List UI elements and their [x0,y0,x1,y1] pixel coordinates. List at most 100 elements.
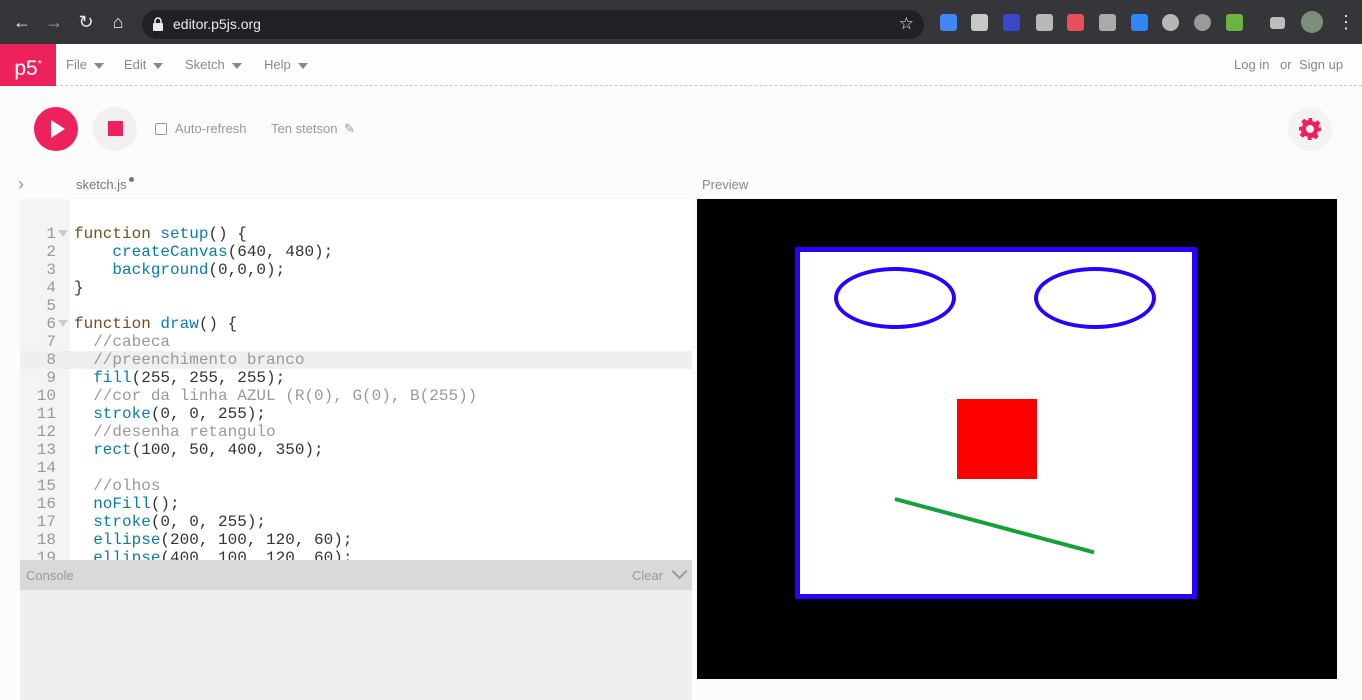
line-number: 10 [36,387,56,405]
extension-z-icon[interactable] [1003,14,1020,31]
fold-arrow-icon[interactable] [58,230,68,237]
home-icon[interactable]: ⌂ [106,10,130,34]
chevron-down-icon[interactable] [671,563,688,580]
code-text: stroke(0, 0, 255); [74,513,266,531]
code-text: ellipse(200, 100, 120, 60); [74,531,352,549]
code-token: //olhos [93,477,161,495]
line-number: 9 [46,369,56,387]
line-number: 8 [46,351,56,369]
menu-help[interactable]: Help [264,57,308,72]
auto-refresh-checkbox[interactable] [155,123,167,135]
code-token: (400, 100, 120, 60); [160,549,353,560]
line-number: 14 [36,459,56,477]
code-text: noFill(); [74,495,180,513]
address-bar[interactable]: editor.p5js.org ☆ [142,10,924,39]
p5-logo[interactable]: p5* [0,44,56,86]
stop-button[interactable] [93,107,137,151]
menu-help-label: Help [264,57,291,72]
code-token: noFill [93,495,151,513]
code-line[interactable]: 9 fill(255, 255, 255); [20,369,692,387]
logo-asterisk: * [37,59,42,70]
profile-avatar[interactable] [1301,11,1323,33]
chevron-right-icon[interactable]: › [18,174,24,194]
code-line[interactable]: 16 noFill(); [20,495,692,513]
right-eye-ellipse [1034,267,1156,329]
play-button[interactable] [34,107,78,151]
menu-edit[interactable]: Edit [124,57,164,72]
sketch-name[interactable]: Ten stetson [271,121,338,136]
login-link[interactable]: Log in [1234,57,1269,72]
code-token: () { [208,225,247,243]
code-line[interactable]: 3 background(0,0,0); [20,261,692,279]
code-text: //olhos [74,477,160,495]
extension-drive-icon[interactable] [1036,14,1053,31]
code-token: createCanvas [112,243,228,261]
back-icon[interactable]: ← [10,10,34,34]
code-line[interactable]: 14 [20,459,692,477]
extension-android-icon[interactable] [1226,14,1243,31]
nose-square [957,399,1037,479]
star-icon[interactable]: ☆ [899,14,914,34]
menu-file-label: File [66,57,87,72]
logo-text: p5 [14,57,38,80]
reading-list-icon[interactable] [1270,17,1285,29]
signup-link[interactable]: Sign up [1299,57,1343,72]
menu-icon[interactable]: ⋮ [1334,10,1358,34]
reload-icon[interactable]: ↻ [74,10,98,34]
code-line[interactable]: 8 //preenchimento branco [20,351,692,369]
forward-icon[interactable]: → [42,10,66,34]
extension-cube-icon[interactable] [971,14,988,31]
code-line[interactable]: 17 stroke(0, 0, 255); [20,513,692,531]
console-header: Console Clear [20,560,692,590]
code-editor[interactable]: 1 function setup() {2 createCanvas(640, 4… [20,199,692,560]
extension-gear-icon[interactable] [1194,14,1211,31]
line-number: 4 [46,279,56,297]
file-tab-sketch[interactable]: sketch.js [76,177,134,192]
code-line[interactable]: 1 function setup() { [20,225,692,243]
clear-button[interactable]: Clear [632,568,663,583]
code-line[interactable]: 7 //cabeca [20,333,692,351]
extension-video-icon[interactable] [1067,14,1084,31]
code-line[interactable]: 6 function draw() { [20,315,692,333]
extension-dropbox-icon[interactable] [940,14,957,31]
code-line[interactable]: 10 //cor da linha AZUL (R(0), G(0), B(25… [20,387,692,405]
menu-edit-label: Edit [124,57,147,72]
line-number: 1 [46,225,56,243]
extension-e-icon[interactable] [1162,14,1179,31]
code-text: function draw() { [74,315,237,333]
code-line[interactable]: 4} [20,279,692,297]
code-token: draw [160,315,199,333]
gear-icon [1299,118,1321,140]
menu-sketch-label: Sketch [185,57,225,72]
extension-blue-icon[interactable] [1131,14,1148,31]
url-text[interactable]: editor.p5js.org [173,16,261,32]
extension-box-icon[interactable] [1099,14,1116,31]
fold-arrow-icon[interactable] [58,320,68,327]
code-line[interactable]: 2 createCanvas(640, 480); [20,243,692,261]
menu-sketch[interactable]: Sketch [185,57,242,72]
auto-refresh-label[interactable]: Auto-refresh [175,121,247,136]
code-line[interactable]: 12 //desenha retangulo [20,423,692,441]
code-line[interactable]: 19 ellipse(400, 100, 120, 60); [20,549,692,560]
code-line[interactable]: 11 stroke(0, 0, 255); [20,405,692,423]
code-token: (); [150,495,180,513]
line-number: 17 [36,513,56,531]
file-tab-row: › sketch.js [0,174,692,198]
code-line[interactable]: 5 [20,297,692,315]
sketch-preview-canvas[interactable] [697,199,1337,679]
code-line[interactable]: 15 //olhos [20,477,692,495]
code-token: (0,0,0); [208,261,286,279]
code-line[interactable]: 18 ellipse(200, 100, 120, 60); [20,531,692,549]
edit-icon[interactable]: ✎ [344,121,355,137]
code-line[interactable]: 13 rect(100, 50, 400, 350); [20,441,692,459]
unsaved-dot-icon [128,177,134,182]
menu-file[interactable]: File [66,57,104,72]
settings-button[interactable] [1288,107,1332,151]
